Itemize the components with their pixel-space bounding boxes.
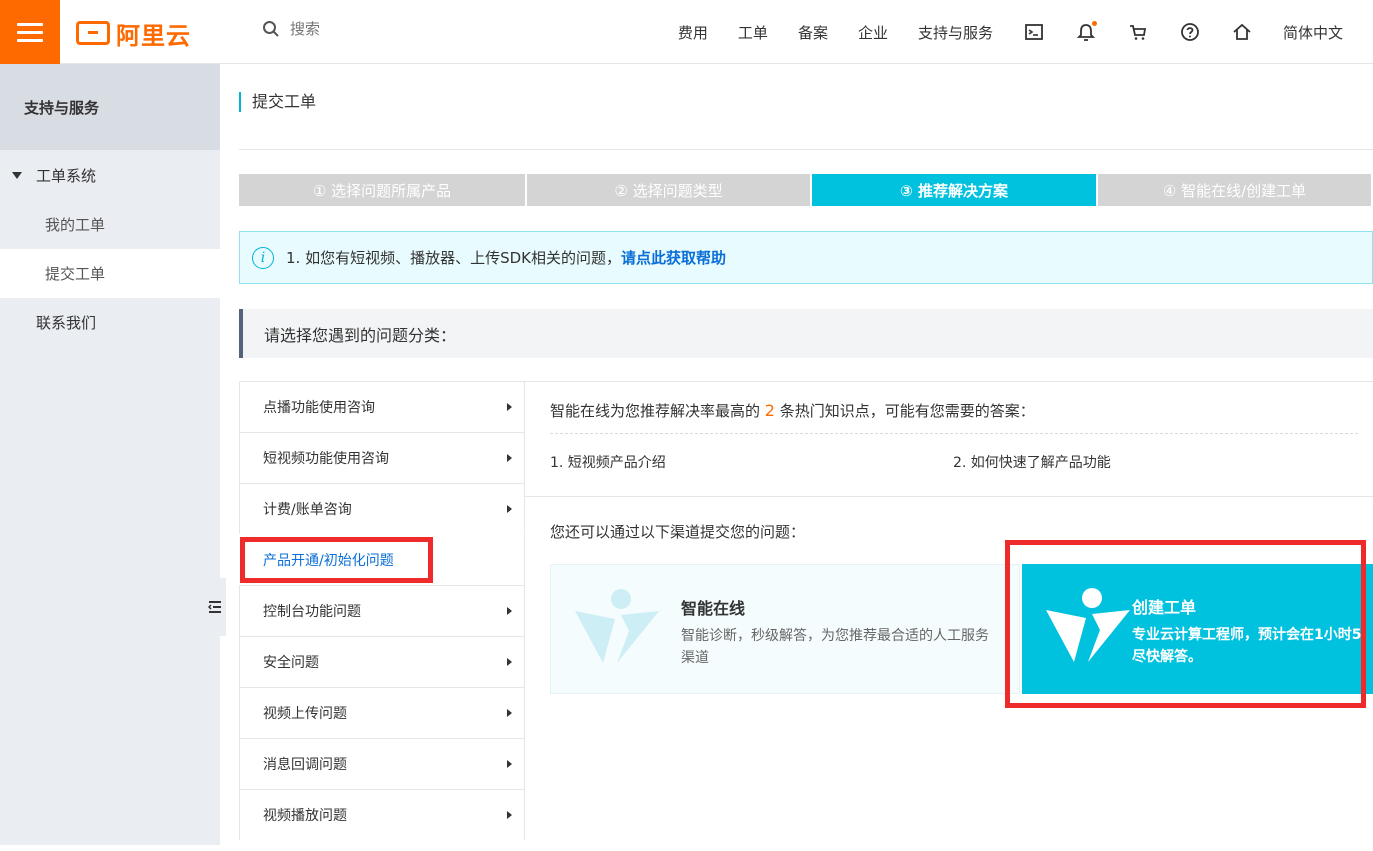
help-icon[interactable] (1179, 21, 1201, 43)
recommend-prefix: 智能在线为您推荐解决率最高的 (550, 402, 761, 420)
sidebar-title: 支持与服务 (0, 64, 220, 150)
category-label: 计费/账单咨询 (263, 502, 352, 518)
nav-enterprise[interactable]: 企业 (858, 22, 888, 43)
create-ticket-desc-line1: 专业云计算工程师，预计会在1小时5 (1132, 627, 1362, 643)
chevron-right-icon (507, 505, 512, 513)
step-3-active: ③ 推荐解决方案 (812, 174, 1096, 206)
create-ticket-desc-line2: 尽快解答。 (1132, 649, 1202, 665)
search-box[interactable] (262, 20, 410, 38)
smart-online-desc: 智能诊断，秒级解答，为您推荐最合适的人工服务渠道 (681, 628, 989, 666)
terminal-icon[interactable] (1023, 21, 1045, 43)
category-label: 控制台功能问题 (263, 604, 361, 620)
smart-online-card[interactable]: 智能在线 智能诊断，秒级解答，为您推荐最合适的人工服务渠道 (550, 564, 1020, 694)
recommend-text: 智能在线为您推荐解决率最高的 2 条热门知识点，可能有您需要的答案： (550, 400, 1035, 421)
kb-article-link[interactable]: 1. 短视频产品介绍 (550, 452, 666, 472)
bell-icon[interactable] (1075, 21, 1097, 43)
category-label: 产品开通/初始化问题 (263, 553, 394, 569)
top-nav: 费用 工单 备案 企业 支持与服务 简体中文 (648, 0, 1343, 64)
help-notice: i 1. 如您有短视频、播放器、上传SDK相关的问题， 请点此获取帮助 (239, 231, 1373, 284)
step-2: ② 选择问题类型 (527, 174, 810, 206)
title-divider (239, 149, 1373, 150)
notice-text: 1. 如您有短视频、播放器、上传SDK相关的问题， (286, 249, 621, 267)
notice-help-link[interactable]: 请点此获取帮助 (621, 247, 726, 268)
sidebar-collapse-toggle[interactable] (204, 578, 226, 636)
category-item[interactable]: 计费/账单咨询 (239, 483, 525, 534)
hamburger-menu-button[interactable] (0, 0, 60, 64)
step-1: ① 选择问题所属产品 (239, 174, 525, 206)
top-bar: 阿里云 费用 工单 备案 企业 支持与服务 简体中文 (0, 0, 1373, 64)
category-list: 点播功能使用咨询 短视频功能使用咨询 计费/账单咨询 产品开通/初始化问题 控制… (239, 381, 525, 840)
search-input[interactable] (290, 20, 410, 38)
category-item[interactable]: 消息回调问题 (239, 738, 525, 789)
chevron-right-icon (507, 454, 512, 462)
channel-intro: 您还可以通过以下渠道提交您的问题： (550, 523, 806, 541)
chevron-right-icon (507, 607, 512, 615)
chevron-right-icon (507, 811, 512, 819)
aliyun-logo-icon (76, 21, 110, 45)
create-ticket-icon (1046, 588, 1130, 662)
section-divider (525, 496, 1373, 497)
category-item[interactable]: 视频上传问题 (239, 687, 525, 738)
nav-billing[interactable]: 费用 (678, 22, 708, 43)
chevron-right-icon (507, 658, 512, 666)
logo-text: 阿里云 (116, 21, 191, 50)
notification-dot (1091, 21, 1097, 26)
cart-icon[interactable] (1127, 21, 1149, 43)
list-collapse-icon (208, 601, 221, 613)
nav-support[interactable]: 支持与服务 (918, 22, 993, 43)
nav-tickets[interactable]: 工单 (738, 22, 768, 43)
category-label: 安全问题 (263, 655, 319, 671)
step-4: ④ 智能在线/创建工单 (1098, 174, 1371, 206)
category-label: 视频播放问题 (263, 808, 347, 824)
page-title: 提交工单 (239, 92, 316, 112)
home-icon[interactable] (1231, 21, 1253, 43)
create-ticket-card[interactable]: 创建工单 专业云计算工程师，预计会在1小时5 尽快解答。 (1022, 564, 1373, 694)
category-item-active[interactable]: 产品开通/初始化问题 (239, 534, 525, 585)
category-item[interactable]: 控制台功能问题 (239, 585, 525, 636)
recommend-count: 2 (764, 401, 775, 420)
recommend-suffix: 条热门知识点，可能有您需要的答案： (779, 402, 1035, 420)
dashed-divider (550, 433, 1358, 434)
category-item[interactable]: 视频播放问题 (239, 789, 525, 840)
step-progress: ① 选择问题所属产品 ② 选择问题类型 ③ 推荐解决方案 ④ 智能在线/创建工单 (239, 174, 1373, 206)
aliyun-logo[interactable]: 阿里云 (76, 18, 191, 50)
smart-online-title: 智能在线 (681, 599, 746, 618)
sidebar-item-contact-us[interactable]: 联系我们 (0, 298, 220, 347)
chevron-right-icon (507, 709, 512, 717)
sidebar: 支持与服务 工单系统 我的工单 提交工单 联系我们 (0, 64, 220, 845)
recommendation-panel: 智能在线为您推荐解决率最高的 2 条热门知识点，可能有您需要的答案： 1. 短视… (525, 381, 1373, 851)
sidebar-item-my-tickets[interactable]: 我的工单 (0, 200, 220, 249)
create-ticket-title: 创建工单 (1132, 598, 1197, 617)
kb-article-link[interactable]: 2. 如何快速了解产品功能 (953, 452, 1111, 472)
category-label: 视频上传问题 (263, 706, 347, 722)
chevron-right-icon (507, 760, 512, 768)
nav-filing[interactable]: 备案 (798, 22, 828, 43)
category-label: 消息回调问题 (263, 757, 347, 773)
chevron-right-icon (507, 403, 512, 411)
category-item[interactable]: 安全问题 (239, 636, 525, 687)
sidebar-item-submit-ticket[interactable]: 提交工单 (0, 249, 220, 298)
language-switch[interactable]: 简体中文 (1283, 22, 1343, 43)
create-ticket-desc: 专业云计算工程师，预计会在1小时5 尽快解答。 (1132, 624, 1373, 668)
category-item[interactable]: 短视频功能使用咨询 (239, 432, 525, 483)
category-item[interactable]: 点播功能使用咨询 (239, 381, 525, 432)
caret-down-icon (12, 171, 22, 179)
category-label: 点播功能使用咨询 (263, 400, 375, 416)
sidebar-group-label: 工单系统 (36, 166, 97, 185)
smart-online-icon (575, 589, 659, 663)
category-label: 短视频功能使用咨询 (263, 451, 389, 467)
section-heading: 请选择您遇到的问题分类： (239, 309, 1373, 358)
info-icon: i (252, 246, 274, 269)
sidebar-group-ticket-system[interactable]: 工单系统 (0, 150, 220, 200)
search-icon (263, 21, 279, 37)
